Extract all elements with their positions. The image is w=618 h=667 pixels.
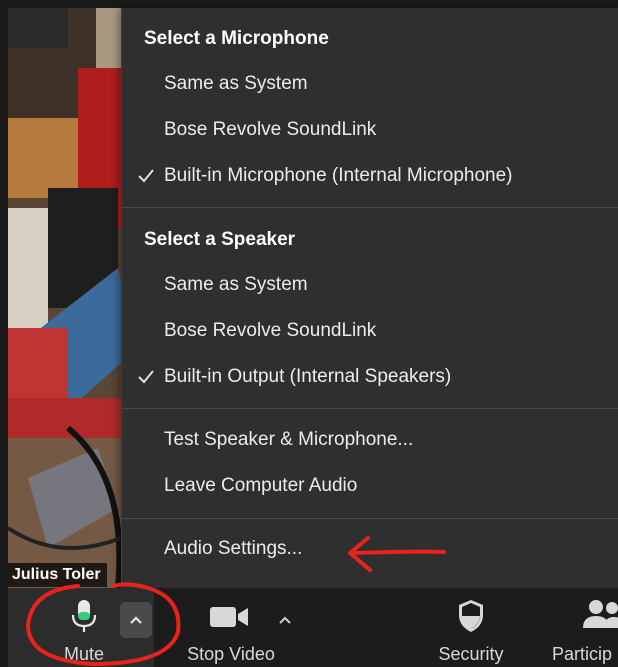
- speaker-option-built-in[interactable]: Built-in Output (Internal Speakers): [122, 357, 618, 397]
- checkmark-icon: [138, 169, 154, 183]
- security-label: Security: [438, 644, 504, 664]
- menu-divider: [122, 518, 618, 519]
- speaker-option-bose[interactable]: Bose Revolve SoundLink: [122, 311, 618, 351]
- security-button[interactable]: Security: [426, 588, 516, 667]
- speaker-section-header: Select a Speaker: [144, 229, 296, 250]
- speaker-option-same-as-system[interactable]: Same as System: [122, 265, 618, 305]
- participants-label: Particip: [552, 644, 613, 664]
- test-speaker-microphone-item[interactable]: Test Speaker & Microphone...: [122, 420, 618, 460]
- menu-item-label: Leave Computer Audio: [164, 475, 358, 496]
- mic-option-built-in[interactable]: Built-in Microphone (Internal Microphone…: [122, 156, 618, 196]
- video-options-chevron-up-icon[interactable]: [275, 610, 295, 630]
- menu-item-label: Same as System: [164, 274, 308, 295]
- mic-option-same-as-system[interactable]: Same as System: [122, 64, 618, 104]
- menu-item-label: Built-in Microphone (Internal Microphone…: [164, 165, 513, 186]
- participants-icon: [583, 600, 618, 628]
- audio-options-menu: Select a Microphone Same as System Bose …: [121, 8, 618, 588]
- menu-divider: [122, 408, 618, 409]
- annotation-arrow-icon: [348, 536, 446, 572]
- menu-item-label: Built-in Output (Internal Speakers): [164, 366, 452, 387]
- shield-icon: [459, 600, 483, 632]
- leave-computer-audio-item[interactable]: Leave Computer Audio: [122, 466, 618, 506]
- menu-item-label: Same as System: [164, 73, 308, 94]
- menu-item-label: Audio Settings...: [164, 538, 303, 559]
- video-camera-icon: [210, 607, 248, 627]
- checkmark-icon: [138, 370, 154, 384]
- menu-item-label: Bose Revolve SoundLink: [164, 320, 377, 341]
- menu-divider: [122, 207, 618, 208]
- microphone-section-header: Select a Microphone: [144, 28, 329, 49]
- stop-video-button[interactable]: Stop Video: [176, 588, 286, 667]
- menu-item-label: Test Speaker & Microphone...: [164, 429, 414, 450]
- menu-item-label: Bose Revolve SoundLink: [164, 119, 377, 140]
- annotation-circle-icon: [25, 582, 181, 667]
- mic-option-bose[interactable]: Bose Revolve SoundLink: [122, 110, 618, 150]
- participants-button[interactable]: Particip: [548, 588, 618, 667]
- stop-video-label: Stop Video: [187, 644, 275, 664]
